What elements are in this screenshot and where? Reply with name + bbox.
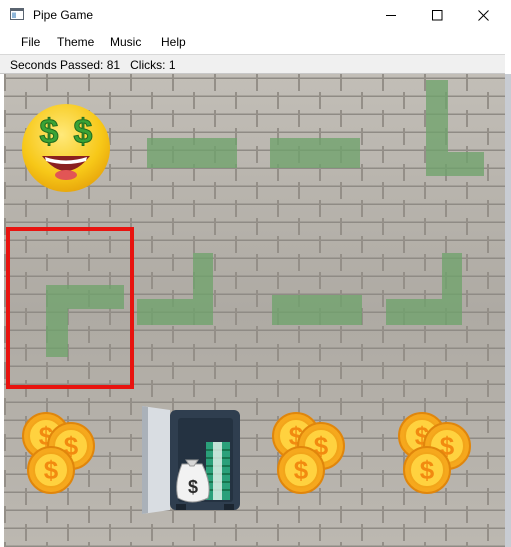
clicks-value: 1 (168, 58, 176, 72)
status-bar: Seconds Passed: 81 Clicks: 1 (0, 54, 505, 74)
status-text: Seconds Passed: 81 Clicks: 1 (10, 58, 176, 72)
money-safe-icon: $ (142, 406, 240, 514)
cell-pipe-corner[interactable] (380, 227, 500, 382)
menu-music[interactable]: Music (110, 35, 141, 49)
minimize-button[interactable] (368, 0, 414, 30)
cell-pipe-horizontal[interactable] (124, 74, 244, 229)
cell-start[interactable]: $ $ (4, 74, 124, 229)
cell-coins[interactable]: $ $ $ (392, 402, 502, 512)
money-eyes-emoji-icon: $ $ (22, 104, 110, 192)
close-icon (477, 9, 489, 21)
gold-coins-icon: $ $$ (272, 412, 345, 494)
cell-coins[interactable]: $ $ $ (266, 402, 376, 512)
dollar-eye-right: $ (74, 113, 93, 151)
menu-help[interactable]: Help (161, 35, 186, 49)
gold-coins-icon: $ $$ (22, 412, 95, 494)
title-bar[interactable]: Pipe Game (0, 0, 511, 30)
gold-coins-icon: $ $$ (398, 412, 471, 494)
cell-pipe-horizontal[interactable] (247, 74, 367, 229)
safe-dollar-mark: $ (188, 477, 198, 497)
app-window-icon (10, 8, 24, 20)
dollar-eye-left: $ (40, 113, 59, 151)
gold-coin-icon: $ (403, 446, 451, 494)
cell-pipe-corner[interactable] (384, 74, 504, 229)
clicks-label: Clicks: (130, 58, 166, 72)
cell-coins[interactable]: $ $ $ (16, 402, 126, 512)
menu-bar: File Theme Music Help (0, 31, 511, 53)
coin-dollar-mark: $ (294, 455, 309, 485)
maximize-icon (431, 9, 442, 20)
selected-cell-highlight (6, 227, 134, 389)
window-edge (505, 74, 511, 547)
cell-pipe-corner[interactable] (131, 227, 251, 382)
coin-dollar-mark: $ (44, 455, 59, 485)
coin-dollar-mark: $ (420, 455, 435, 485)
seconds-value: 81 (106, 58, 121, 72)
menu-file[interactable]: File (21, 35, 40, 49)
menu-theme[interactable]: Theme (57, 35, 94, 49)
cell-goal-safe[interactable]: $ (134, 402, 244, 517)
gold-coin-icon: $ (277, 446, 325, 494)
window-title: Pipe Game (33, 8, 94, 22)
minimize-icon (385, 14, 396, 16)
pipe-game-window: Pipe Game File Theme Music Help Seconds … (0, 0, 511, 547)
seconds-label: Seconds Passed: (10, 58, 104, 72)
cell-pipe-horizontal[interactable] (252, 227, 372, 382)
gold-coin-icon: $ (27, 446, 75, 494)
game-board: $ $ $ $ $ $ $ $ $ $ $ $ (4, 74, 505, 547)
close-button[interactable] (460, 0, 506, 30)
maximize-button[interactable] (414, 0, 460, 30)
